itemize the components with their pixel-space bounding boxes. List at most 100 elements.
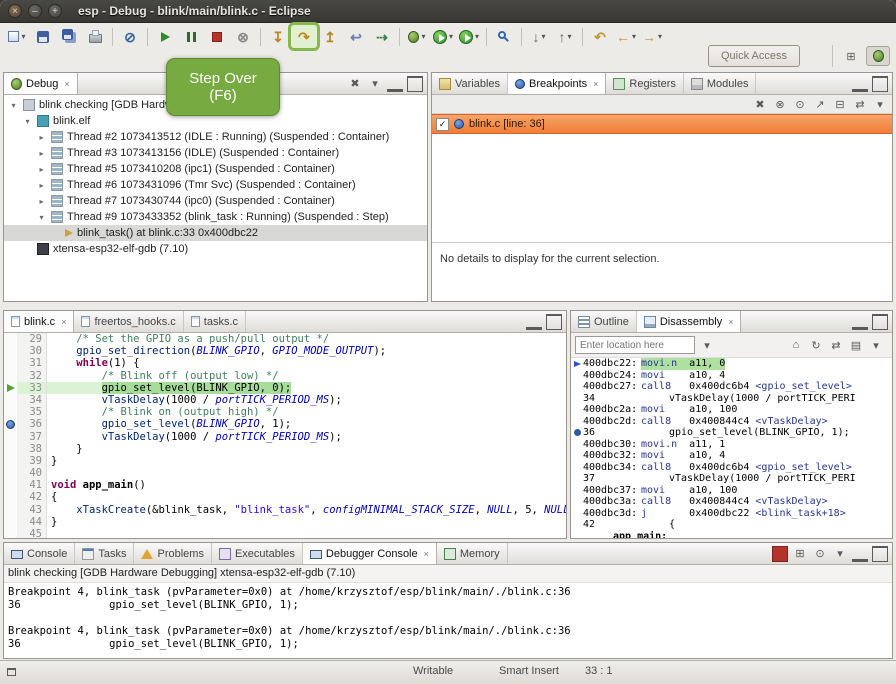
disassembly-ruler[interactable] (571, 404, 583, 416)
code-line[interactable]: 35 /* Blink on (output high) */ (4, 406, 566, 418)
view-menu-icon[interactable]: ▾ (872, 96, 888, 112)
back-button[interactable]: ←▾ (613, 25, 639, 48)
view-menu-icon[interactable]: ▾ (868, 337, 884, 353)
code-line[interactable]: 34 vTaskDelay(1000 / portTICK_PERIOD_MS)… (4, 394, 566, 406)
dropdown-arrow-icon[interactable]: ▾ (475, 32, 479, 41)
disassembly-row[interactable]: 400dbc2d:call8 0x400844c4 <vTaskDelay> (571, 416, 892, 428)
disassembly-row[interactable]: 400dbc30:movi.n a11, 1 (571, 439, 892, 451)
remove-breakpoint-icon[interactable]: ✖ (752, 96, 768, 112)
disassembly-row[interactable]: 400dbc27:call8 0x400dc6b4 <gpio_set_leve… (571, 381, 892, 393)
dropdown-arrow-icon[interactable]: ▾ (567, 32, 571, 41)
terminate-button[interactable] (204, 25, 230, 48)
right-tab-variables[interactable]: Variables (432, 73, 508, 94)
step-into-button[interactable]: ↧ (265, 25, 291, 48)
disassembly-row[interactable]: 400dbc2a:movi a10, 100 (571, 404, 892, 416)
view-menu-icon[interactable]: ▾ (832, 546, 848, 562)
search-button[interactable] (491, 25, 517, 48)
dropdown-arrow-icon[interactable]: ▾ (541, 32, 545, 41)
disassembly-row[interactable]: app_main: (571, 531, 892, 539)
disassembly-tab-disassembly[interactable]: Disassembly× (637, 311, 742, 332)
twisty-collapsed-icon[interactable]: ▸ (36, 133, 47, 142)
step-return-button[interactable]: ↥ (317, 25, 343, 48)
disassembly-ruler[interactable] (571, 496, 583, 508)
breakpoint-checkbox[interactable]: ✓ (436, 118, 449, 131)
disassembly-row[interactable]: 34vTaskDelay(1000 / portTICK_PERI (571, 393, 892, 405)
sync-with-active-context-icon[interactable]: ⇄ (828, 337, 844, 353)
disassembly-ruler[interactable] (571, 381, 583, 393)
twisty-expanded-icon[interactable]: ▾ (22, 117, 33, 126)
location-dropdown-icon[interactable]: ▾ (699, 337, 715, 353)
console-output[interactable]: Breakpoint 4, blink_task (pvParameter=0x… (4, 583, 892, 658)
annotation-ruler[interactable] (4, 370, 18, 382)
breakpoint-row[interactable]: ✓blink.c [line: 36] (432, 114, 892, 134)
window-close-button[interactable]: × (8, 4, 22, 18)
disassembly-row[interactable]: 37vTaskDelay(1000 / portTICK_PERI (571, 473, 892, 485)
show-breakpoints-supported-icon[interactable]: ⊙ (792, 96, 808, 112)
disassembly-ruler[interactable] (571, 519, 583, 531)
disassembly-row[interactable]: 400dbc22:movi.n a11, 0 (571, 358, 892, 370)
maximize-icon[interactable] (546, 314, 562, 330)
right-tab-modules[interactable]: Modules (684, 73, 757, 94)
last-edit-location-button[interactable]: ↶ (587, 25, 613, 48)
annotation-ruler[interactable] (4, 394, 18, 406)
dropdown-arrow-icon[interactable]: ▾ (632, 32, 636, 41)
disassembly-row[interactable]: 400dbc3d:j 0x400dbc22 <blink_task+18> (571, 508, 892, 520)
console-tab-executables[interactable]: Executables (212, 543, 303, 564)
disassembly-ruler[interactable] (571, 393, 583, 405)
code-line[interactable]: 41void app_main() (4, 479, 566, 491)
step-over-button[interactable]: ↷ (291, 25, 317, 48)
skip-all-breakpoints-button[interactable]: ⊘ (117, 25, 143, 48)
debug-tree-item[interactable]: ▸Thread #6 1073431096 (Tmr Svc) (Suspend… (4, 177, 427, 193)
code-line[interactable]: 32 /* Blink off (output low) */ (4, 370, 566, 382)
external-tools-button[interactable]: ▾ (456, 25, 482, 48)
annotation-ruler[interactable] (4, 431, 18, 443)
code-line[interactable]: 37 vTaskDelay(1000 / portTICK_PERIOD_MS)… (4, 431, 566, 443)
remove-all-terminated-icon[interactable]: ✖ (347, 76, 363, 92)
right-tab-breakpoints[interactable]: Breakpoints× (508, 73, 606, 94)
collapse-all-icon[interactable]: ⊟ (832, 96, 848, 112)
link-with-debug-view-icon[interactable]: ⇄ (852, 96, 868, 112)
code-line[interactable]: 40 (4, 467, 566, 479)
debug-tab-debug[interactable]: Debug× (4, 73, 78, 94)
trim-stack-icon[interactable] (7, 668, 16, 676)
console-tab-debugger-console[interactable]: Debugger Console× (303, 543, 437, 564)
disassembly-ruler[interactable] (571, 450, 583, 462)
console-tab-console[interactable]: Console (4, 543, 75, 564)
code-line[interactable]: 36 gpio_set_level(BLINK_GPIO, 1); (4, 418, 566, 430)
refresh-icon[interactable]: ↻ (808, 337, 824, 353)
code-line[interactable]: 29 /* Set the GPIO as a push/pull output… (4, 333, 566, 345)
annotation-ruler[interactable] (4, 333, 18, 345)
maximize-icon[interactable] (407, 76, 423, 92)
twisty-collapsed-icon[interactable]: ▸ (36, 149, 47, 158)
instruction-stepping-button[interactable]: ⇢ (369, 25, 395, 48)
right-tab-registers[interactable]: Registers (606, 73, 683, 94)
disassembly-ruler[interactable] (571, 485, 583, 497)
minimize-icon[interactable] (387, 76, 403, 92)
debug-tree-item[interactable]: ▸Thread #2 1073413512 (IDLE : Running) (… (4, 129, 427, 145)
code-line[interactable]: 43 xTaskCreate(&blink_task, "blink_task"… (4, 504, 566, 516)
code-line[interactable]: 42{ (4, 491, 566, 503)
debug-perspective-button[interactable] (866, 46, 890, 66)
previous-annotation-button[interactable]: ↑▾ (552, 25, 578, 48)
close-tab-icon[interactable]: × (424, 549, 429, 559)
disassembly-ruler[interactable] (571, 427, 583, 439)
console-tab-tasks[interactable]: Tasks (75, 543, 134, 564)
editor-tab-tasks-c[interactable]: tasks.c (184, 311, 246, 332)
debug-tree-item[interactable]: xtensa-esp32-elf-gdb (7.10) (4, 241, 427, 257)
drop-to-frame-button[interactable]: ↩ (343, 25, 369, 48)
remove-all-breakpoints-icon[interactable]: ⊗ (772, 96, 788, 112)
disassembly-row[interactable]: 400dbc32:movi a10, 4 (571, 450, 892, 462)
disassembly-ruler[interactable] (571, 462, 583, 474)
annotation-ruler[interactable] (4, 455, 18, 467)
code-line[interactable]: 45 (4, 528, 566, 538)
open-console-icon[interactable]: ⊞ (792, 546, 808, 562)
annotation-ruler[interactable] (4, 491, 18, 503)
open-perspective-button[interactable]: ⊞ (839, 46, 863, 66)
console-tab-problems[interactable]: Problems (134, 543, 211, 564)
annotation-ruler[interactable] (4, 467, 18, 479)
disassembly-row[interactable]: 400dbc37:movi a10, 100 (571, 485, 892, 497)
code-line[interactable]: 44} (4, 516, 566, 528)
close-tab-icon[interactable]: × (64, 79, 69, 89)
resume-button[interactable] (152, 25, 178, 48)
twisty-collapsed-icon[interactable]: ▸ (36, 181, 47, 190)
